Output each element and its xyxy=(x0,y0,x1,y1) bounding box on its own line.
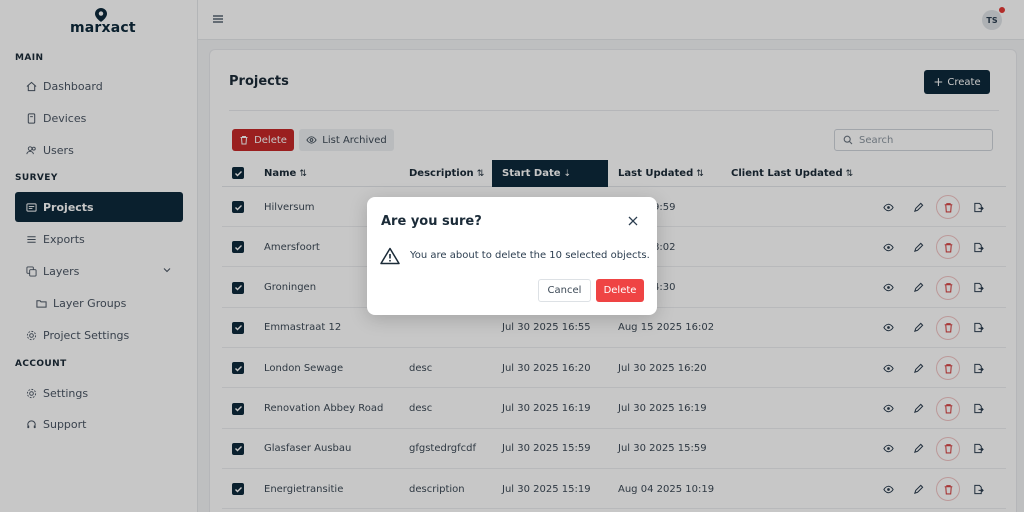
close-icon[interactable] xyxy=(627,215,639,227)
dialog-message: You are about to delete the 10 selected … xyxy=(410,250,650,261)
confirm-delete-dialog: Are you sure? You are about to delete th… xyxy=(367,197,657,315)
warning-icon xyxy=(380,247,400,265)
confirm-delete-button[interactable]: Delete xyxy=(596,279,644,302)
cancel-button[interactable]: Cancel xyxy=(538,279,591,302)
dialog-title: Are you sure? xyxy=(381,214,482,229)
